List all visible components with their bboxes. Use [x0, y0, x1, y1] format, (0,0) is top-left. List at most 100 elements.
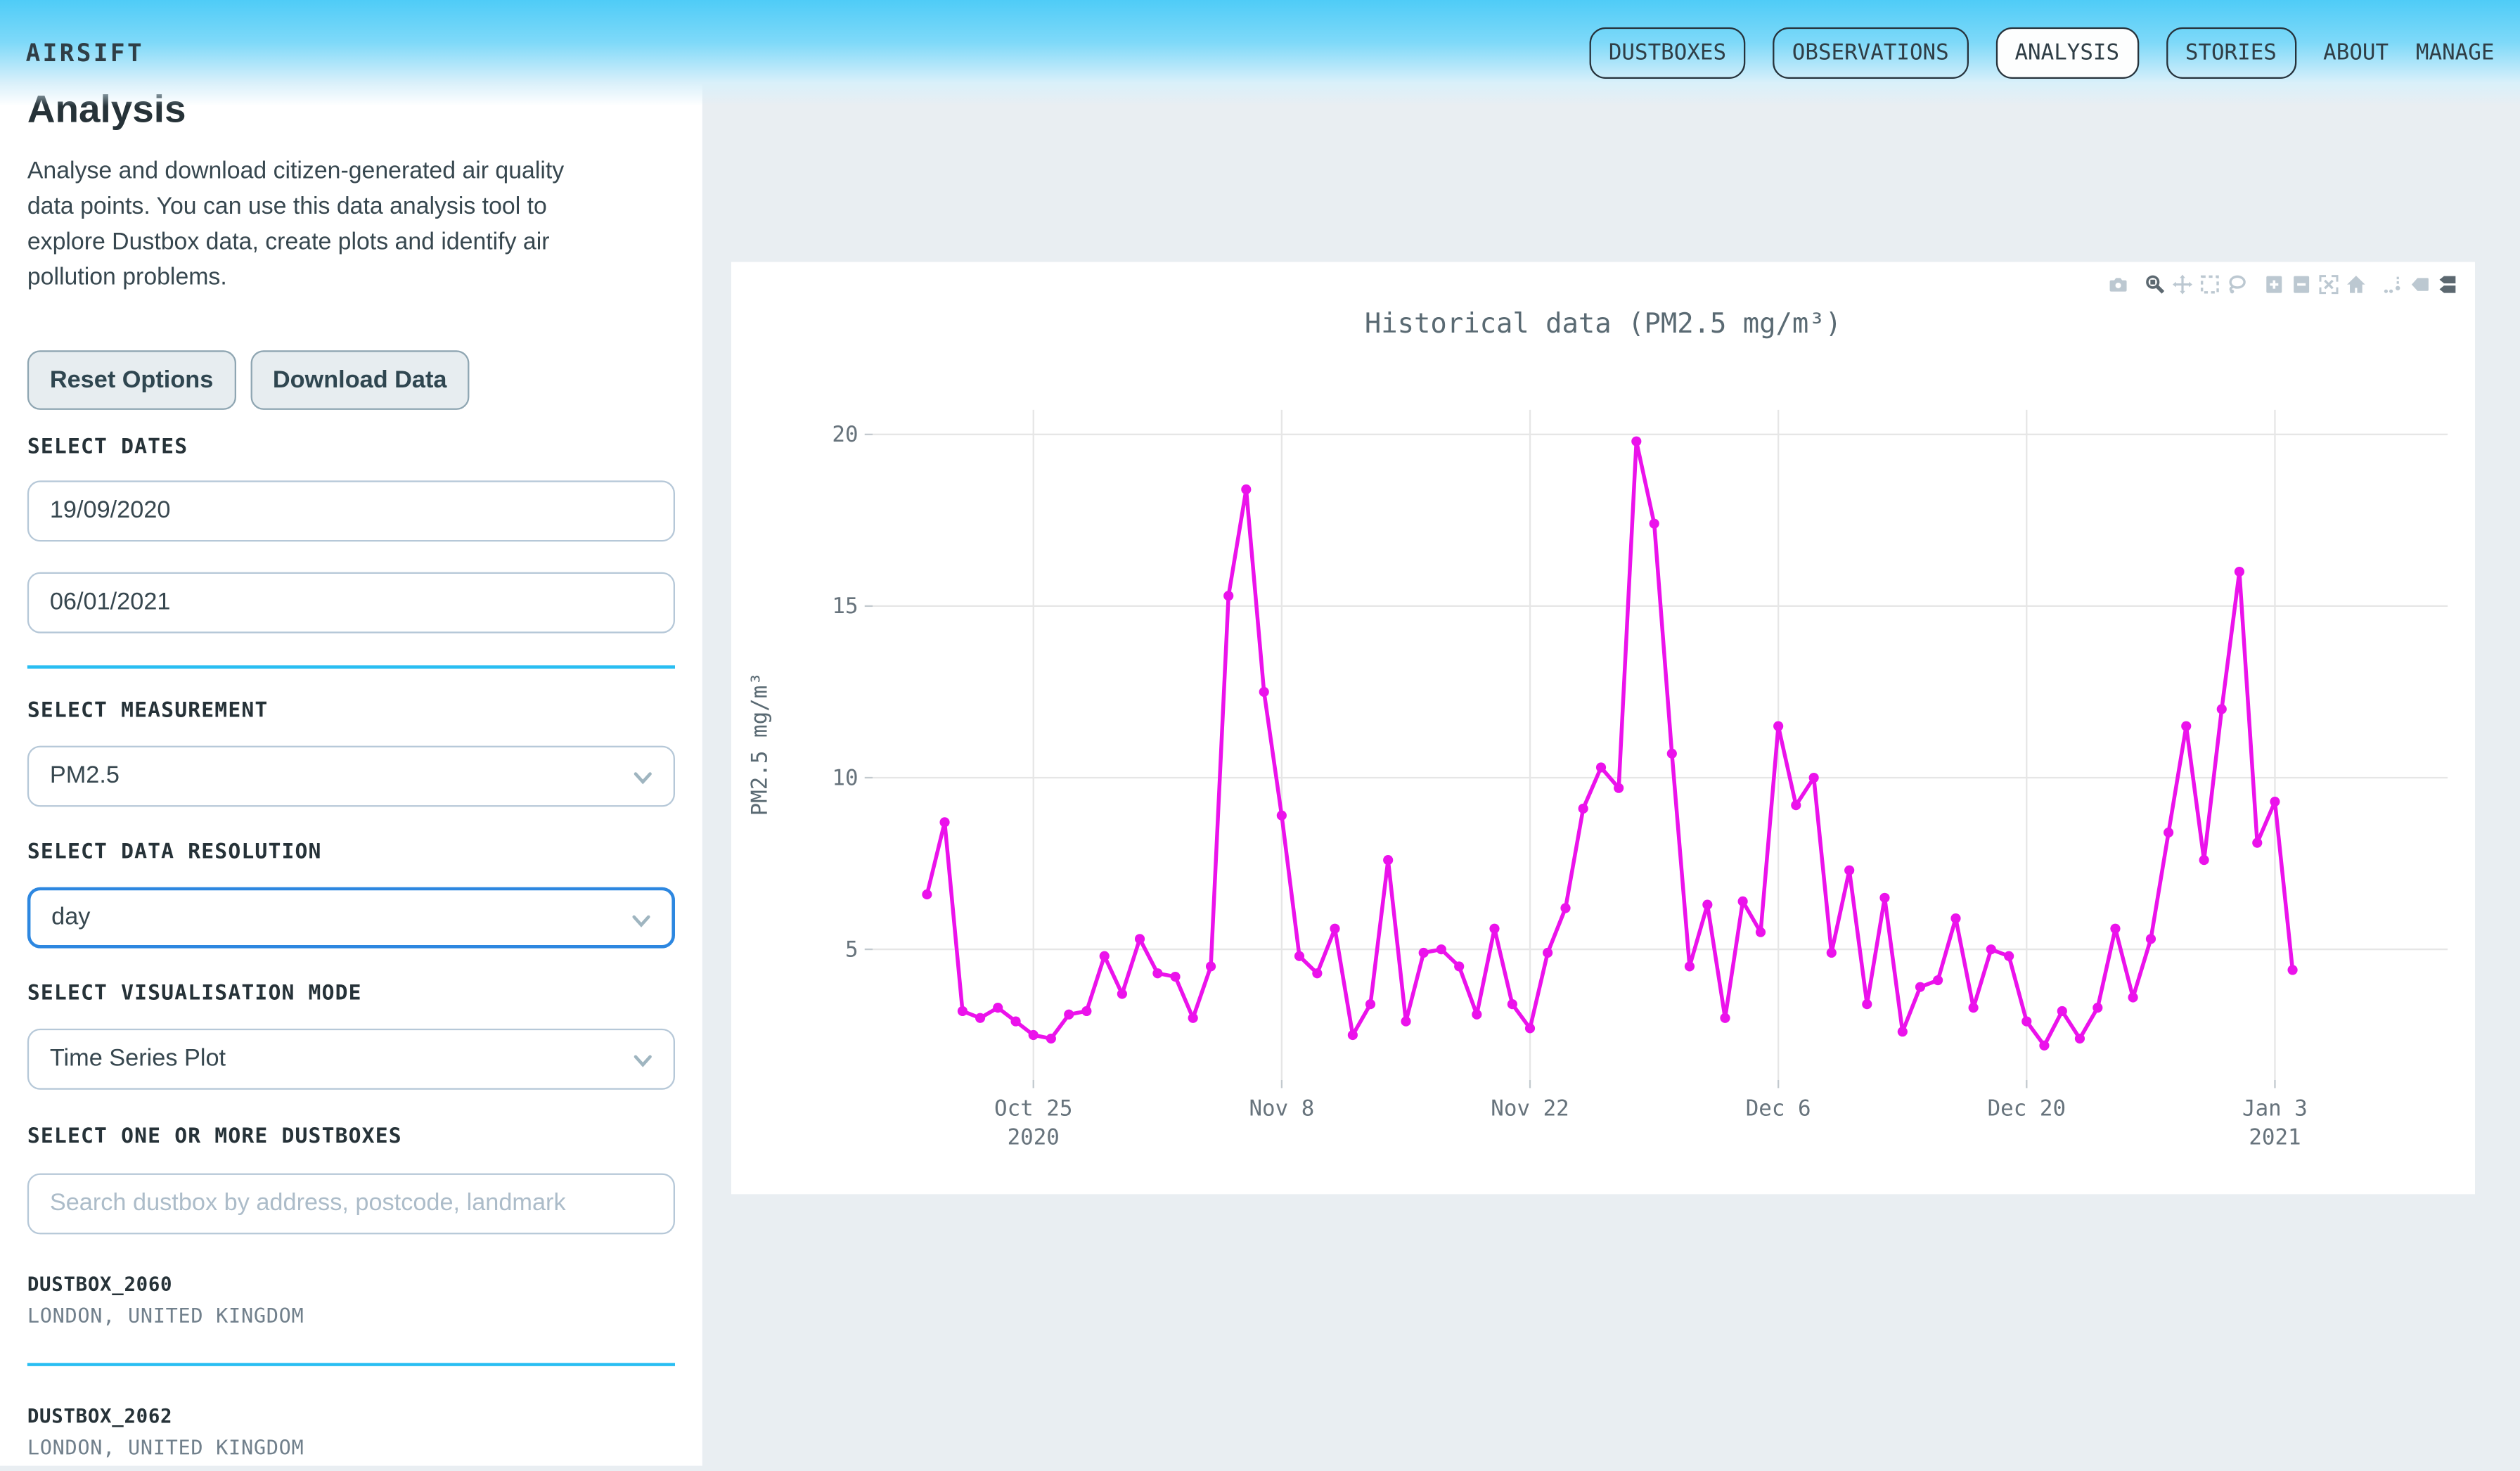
data-point [1454, 961, 1464, 971]
select-dustboxes-label: SELECT ONE OR MORE DUSTBOXES [27, 1124, 675, 1148]
data-point [1241, 484, 1251, 494]
pan-icon[interactable] [2171, 274, 2194, 296]
y-tick-label: 5 [845, 937, 859, 962]
data-point [2164, 828, 2173, 837]
data-point [2110, 924, 2120, 934]
end-date-input[interactable] [27, 572, 675, 633]
data-point [1188, 1013, 1198, 1023]
x-tick-label: Jan 3 [2242, 1096, 2308, 1121]
spikelines-icon[interactable] [2381, 274, 2404, 296]
measurement-select[interactable]: PM2.5 [27, 745, 675, 807]
data-point [1898, 1027, 1908, 1036]
x-tick-label: Nov 22 [1491, 1096, 1569, 1121]
camera-icon[interactable] [2107, 274, 2130, 296]
data-point [958, 1006, 968, 1016]
data-point [993, 1003, 1003, 1013]
data-point [1809, 773, 1819, 783]
data-point [1330, 924, 1339, 934]
nav-about[interactable]: ABOUT [2323, 40, 2389, 66]
data-point [1702, 900, 1712, 910]
data-point [1277, 811, 1287, 821]
hover-closest-icon[interactable] [2409, 274, 2431, 296]
data-point [1738, 897, 1748, 906]
resolution-select[interactable]: day [27, 887, 675, 948]
reset-options-button[interactable]: Reset Options [27, 349, 236, 409]
data-point [1259, 687, 1269, 697]
zoom-in-icon[interactable] [2263, 274, 2285, 296]
box-select-icon[interactable] [2199, 274, 2221, 296]
y-axis-title: PM2.5 mg/m³ [747, 672, 772, 816]
page-description: Analyse and download citizen-generated a… [27, 154, 675, 297]
y-tick-label: 15 [832, 593, 858, 619]
resolution-value: day [51, 904, 90, 931]
chevron-down-icon [630, 909, 652, 938]
select-measurement-label: SELECT MEASUREMENT [27, 698, 675, 722]
data-point [2235, 567, 2244, 577]
data-point [1915, 982, 1925, 992]
data-point [2057, 1006, 2067, 1016]
airsift-app: Analysis Analyse and download citizen-ge… [0, 0, 2520, 1466]
y-tick-label: 20 [832, 422, 858, 447]
autoscale-icon[interactable] [2318, 274, 2340, 296]
nav-dustboxes[interactable]: DUSTBOXES [1589, 27, 1745, 79]
zoom-out-icon[interactable] [2290, 274, 2313, 296]
data-point [1365, 999, 1375, 1009]
data-point [1170, 972, 1180, 982]
x-tick-label: Oct 25 [994, 1096, 1072, 1121]
visualisation-select[interactable]: Time Series Plot [27, 1028, 675, 1089]
data-point [2128, 992, 2138, 1002]
lasso-icon[interactable] [2226, 274, 2249, 296]
data-point [1950, 913, 1960, 923]
data-point [1560, 903, 1570, 913]
plot-modebar [2092, 274, 2459, 296]
data-point [1862, 999, 1872, 1009]
data-point [1135, 934, 1145, 944]
dustbox-list-item[interactable]: DUSTBOX_2062LONDON, UNITED KINGDOM [27, 1404, 675, 1459]
dustbox-id: DUSTBOX_2060 [27, 1272, 675, 1295]
data-point [2217, 704, 2227, 714]
data-point [1010, 1016, 1020, 1026]
data-point [2021, 1016, 2031, 1026]
data-point [2270, 797, 2280, 807]
data-point [2252, 838, 2262, 848]
data-point [2075, 1034, 2085, 1043]
visualisation-value: Time Series Plot [50, 1045, 226, 1072]
timeseries-plot[interactable]: 5101520Oct 252020Nov 8Nov 22Dec 6Dec 20J… [731, 262, 2475, 1195]
data-point [1650, 519, 1659, 529]
download-data-button[interactable]: Download Data [250, 349, 470, 409]
data-point [1844, 866, 1854, 875]
data-point [1419, 948, 1429, 958]
data-point [975, 1013, 985, 1023]
chevron-down-icon [631, 766, 654, 795]
data-point [2181, 721, 2191, 731]
home-icon[interactable] [2345, 274, 2367, 296]
hover-compare-icon[interactable] [2436, 274, 2459, 296]
data-point [1081, 1006, 1091, 1016]
data-point [1223, 591, 1233, 600]
data-point [1685, 961, 1695, 971]
data-point [1064, 1010, 1074, 1020]
y-tick-label: 10 [832, 765, 858, 790]
data-point [1667, 749, 1677, 759]
select-dates-label: SELECT DATES [27, 435, 675, 458]
start-date-input[interactable] [27, 480, 675, 541]
select-resolution-label: SELECT DATA RESOLUTION [27, 840, 675, 863]
data-point [1933, 975, 1943, 985]
nav-manage[interactable]: MANAGE [2416, 40, 2495, 66]
dustbox-list-item[interactable]: DUSTBOX_2060 LONDON, UNITED KINGDOM [27, 1272, 675, 1327]
dustbox-search-input[interactable] [27, 1173, 675, 1234]
nav-analysis[interactable]: ANALYSIS [1995, 27, 2139, 79]
nav-stories[interactable]: STORIES [2166, 27, 2296, 79]
data-point [1543, 948, 1552, 958]
data-point [1773, 721, 1783, 731]
dustbox-location: LONDON, UNITED KINGDOM [27, 1303, 675, 1327]
chevron-down-icon [631, 1049, 654, 1078]
list-divider [27, 1362, 675, 1366]
nav-observations[interactable]: OBSERVATIONS [1773, 27, 1968, 79]
main-nav: DUSTBOXES OBSERVATIONS ANALYSIS STORIES ABOU… [1589, 27, 2494, 79]
measurement-value: PM2.5 [50, 762, 120, 790]
data-point [1791, 800, 1801, 810]
data-point [1631, 437, 1641, 447]
zoom-icon[interactable] [2144, 274, 2166, 296]
data-point [1348, 1030, 1358, 1040]
